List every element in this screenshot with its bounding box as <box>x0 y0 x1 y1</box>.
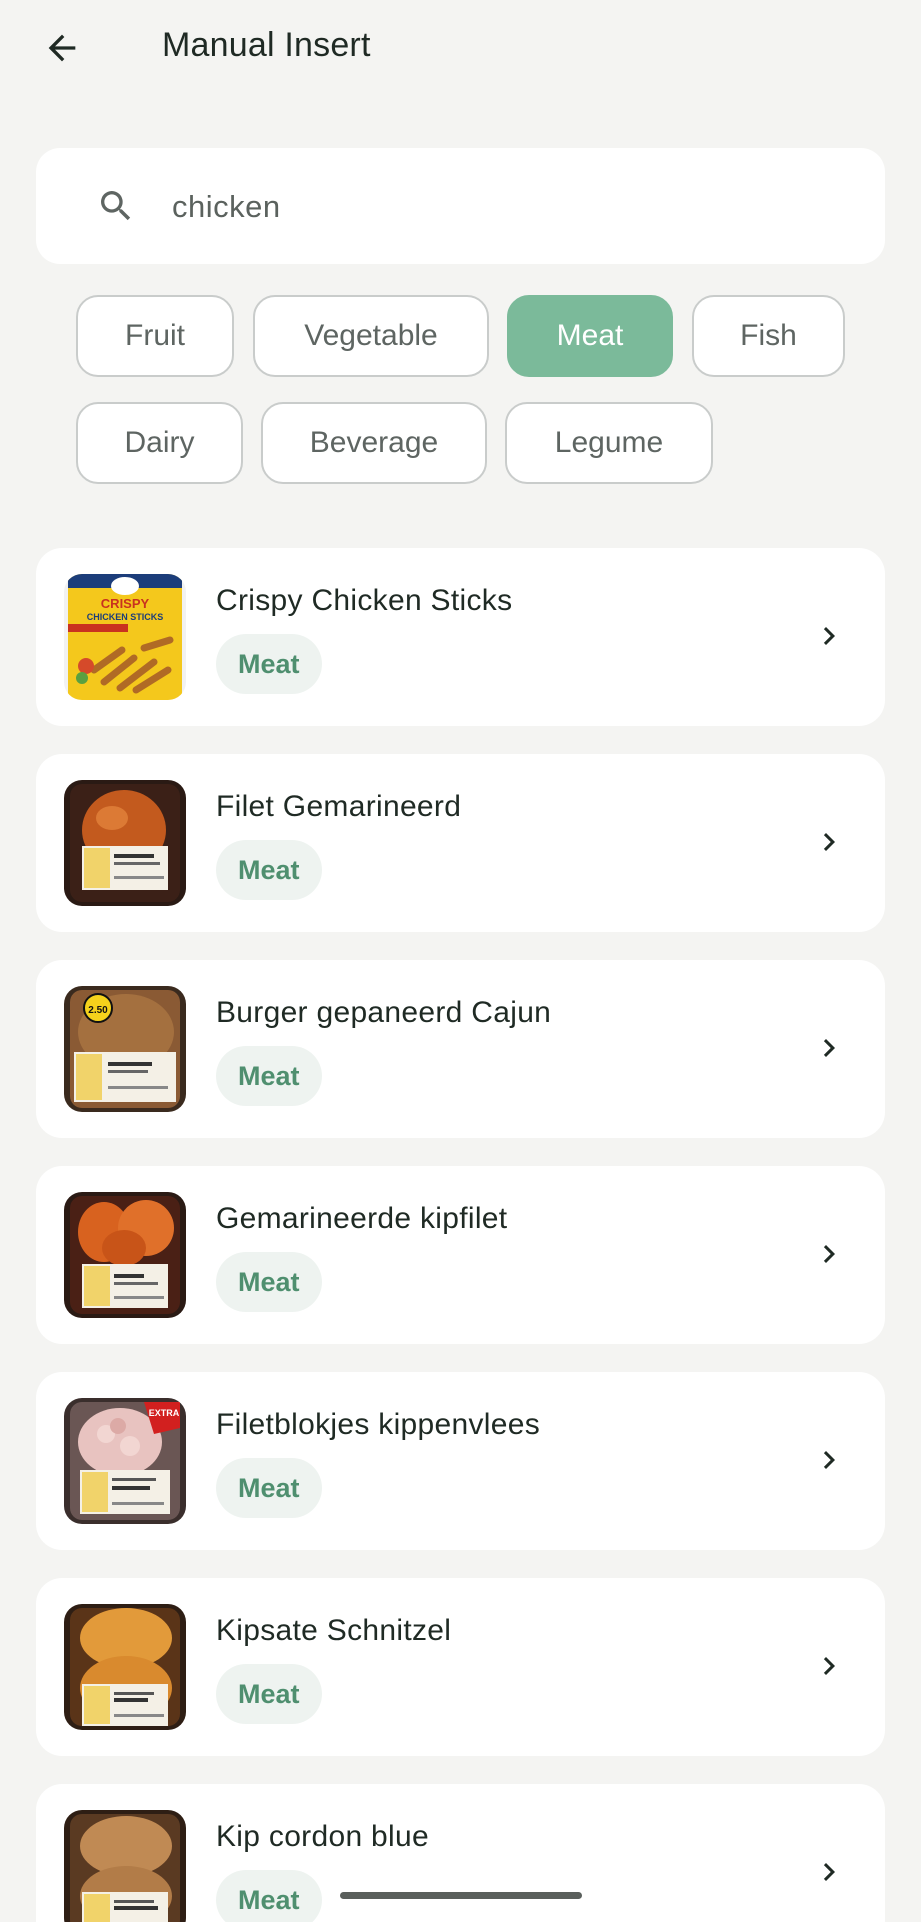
search-input[interactable] <box>170 178 854 236</box>
category-tag: Meat <box>216 1870 322 1922</box>
category-tag: Meat <box>216 1458 322 1518</box>
chevron-right-icon <box>823 1657 835 1675</box>
list-item[interactable]: CRISPY CHICKEN STICKS Crispy Chicken Sti… <box>36 548 885 726</box>
chevron-right-icon <box>823 1863 835 1881</box>
category-tag: Meat <box>216 1664 322 1724</box>
chip-label: Vegetable <box>304 319 438 352</box>
product-image <box>64 780 186 906</box>
svg-text:CHICKEN STICKS: CHICKEN STICKS <box>87 612 164 622</box>
chevron-right-icon <box>823 1245 835 1263</box>
product-image: 2.50 <box>64 986 186 1112</box>
home-indicator[interactable] <box>340 1892 582 1899</box>
chevron-right-icon <box>823 1039 835 1057</box>
chip-label: Fruit <box>125 319 185 352</box>
search-icon <box>101 191 131 221</box>
item-title: Crispy Chicken Sticks <box>216 584 513 617</box>
top-app-bar: Manual Insert <box>0 0 921 100</box>
back-button[interactable] <box>36 22 88 74</box>
chip-label: Fish <box>740 319 797 352</box>
svg-text:2.50: 2.50 <box>88 1005 108 1016</box>
item-title: Kipsate Schnitzel <box>216 1614 452 1647</box>
item-title: Burger gepaneerd Cajun <box>216 996 552 1029</box>
chip-vegetable[interactable]: Vegetable <box>253 295 489 377</box>
chip-fruit[interactable]: Fruit <box>76 295 234 377</box>
app-screen: Manual Insert Fruit Vegetable Meat Fish … <box>0 0 921 1922</box>
chip-dairy[interactable]: Dairy <box>76 402 243 484</box>
category-tag: Meat <box>216 634 322 694</box>
category-tag: Meat <box>216 1046 322 1106</box>
chip-meat[interactable]: Meat <box>507 295 673 377</box>
product-image: EXTRA <box>64 1398 186 1524</box>
chevron-right-icon <box>823 1451 835 1469</box>
list-item[interactable]: 2.50 Burger gepaneerd Cajun Meat <box>36 960 885 1138</box>
list-item[interactable]: Gemarineerde kipfilet Meat <box>36 1166 885 1344</box>
item-title: Kip cordon blue <box>216 1820 429 1853</box>
category-tag: Meat <box>216 840 322 900</box>
chip-beverage[interactable]: Beverage <box>261 402 487 484</box>
list-item[interactable]: Kip cordon blue Meat <box>36 1784 885 1922</box>
svg-text:CRISPY: CRISPY <box>101 596 150 611</box>
chevron-right-icon <box>823 833 835 851</box>
search-bar[interactable] <box>36 148 885 264</box>
list-item[interactable]: EXTRA Filetblokjes kippenvlees Meat <box>36 1372 885 1550</box>
product-image <box>64 1192 186 1318</box>
chip-label: Legume <box>554 426 664 459</box>
product-image: CRISPY CHICKEN STICKS <box>64 574 186 700</box>
chip-legume[interactable]: Legume <box>505 402 713 484</box>
arrow-left-icon <box>48 34 76 62</box>
list-item[interactable]: Kipsate Schnitzel Meat <box>36 1578 885 1756</box>
product-image <box>64 1810 186 1922</box>
chip-label: Meat <box>556 319 624 352</box>
chip-fish[interactable]: Fish <box>692 295 845 377</box>
item-title: Filetblokjes kippenvlees <box>216 1408 541 1441</box>
chip-label: Dairy <box>124 426 195 459</box>
chip-label: Beverage <box>309 426 439 459</box>
item-title: Gemarineerde kipfilet <box>216 1202 508 1235</box>
list-item[interactable]: Filet Gemarineerd Meat <box>36 754 885 932</box>
product-image <box>64 1604 186 1730</box>
page-title: Manual Insert <box>162 26 371 64</box>
chevron-right-icon <box>823 627 835 645</box>
category-tag: Meat <box>216 1252 322 1312</box>
svg-text:EXTRA: EXTRA <box>149 1408 180 1418</box>
item-title: Filet Gemarineerd <box>216 790 462 823</box>
